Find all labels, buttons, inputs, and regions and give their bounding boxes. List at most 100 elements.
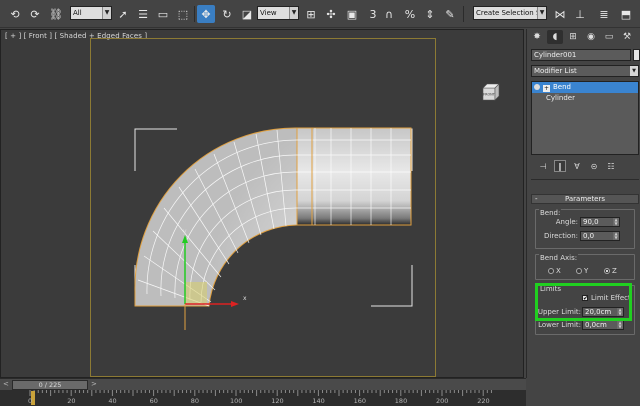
reference-coordinate-value: View	[260, 9, 277, 17]
time-slider-thumb[interactable]: 0 / 225	[12, 380, 88, 390]
align-icon[interactable]: ⊥	[571, 5, 589, 23]
expand-icon[interactable]: +	[543, 85, 550, 92]
front-viewport[interactable]: [ + ] [ Front ] [ Shaded + Edged Faces ]…	[0, 29, 524, 378]
mirror-icon[interactable]: ⋈	[551, 5, 569, 23]
undo-icon[interactable]: ⟲	[6, 5, 24, 23]
track-bar-tick-label: 140	[312, 397, 325, 405]
bend-group: Bend: Angle: 90,0 ▲ ▼ Direction: 0,0 ▲ ▼	[535, 209, 635, 249]
graphite-tools-icon[interactable]: ⬒	[617, 5, 635, 23]
parameters-rollout-header[interactable]: - Parameters	[531, 194, 639, 204]
bend-axis-group: Bend Axis: X Y Z	[535, 254, 635, 280]
modifier-stack: + Bend Cylinder	[531, 81, 639, 155]
make-unique-icon[interactable]: ∀	[571, 160, 583, 172]
remove-modifier-icon[interactable]: ⊝	[588, 160, 600, 172]
command-panel: ✸ ◖ ⊞ ◉ ▭ ⚒ Cylinder001 Modifier List ▼ …	[526, 29, 640, 378]
chevron-down-icon: ▼	[289, 7, 298, 19]
next-frame-icon[interactable]: >	[91, 380, 97, 388]
bend-group-title: Bend:	[539, 209, 562, 217]
select-by-name-icon[interactable]: ☰	[134, 5, 152, 23]
object-color-swatch[interactable]	[633, 49, 640, 61]
selection-filter-dropdown[interactable]: All ▼	[70, 6, 112, 20]
status-area	[526, 378, 640, 406]
spinner-arrows-icon[interactable]: ▲ ▼	[613, 218, 619, 226]
lower-limit-spinner[interactable]: 0,0cm ▲ ▼	[582, 320, 624, 330]
named-selection-set-value: Create Selection Se	[476, 9, 545, 17]
lower-limit-value: 0,0cm	[585, 321, 607, 329]
percent-snap-icon[interactable]: %	[401, 5, 419, 23]
display-tab-icon[interactable]: ▭	[601, 30, 617, 44]
track-bar-tick-label: 60	[149, 397, 158, 405]
stack-toolbar: ⊣ ❙ ∀ ⊝ ☷	[531, 160, 639, 174]
named-selection-set-dropdown[interactable]: Create Selection Se ▼	[473, 6, 547, 20]
keyboard-shortcut-icon[interactable]: ▣	[343, 5, 361, 23]
track-bar[interactable]: 0 20 40 60 80 100 120 140 160 180 200 220	[0, 390, 526, 406]
edit-named-selection-icon[interactable]: ✎	[441, 5, 459, 23]
time-slider[interactable]: < 0 / 225 >	[0, 378, 526, 390]
track-bar-tick-label: 220	[477, 397, 490, 405]
spinner-arrows-icon[interactable]: ▲ ▼	[613, 232, 619, 240]
snaps-toggle-icon[interactable]: 3	[367, 5, 379, 23]
select-link-icon[interactable]: ⛓	[47, 5, 65, 23]
rectangular-region-icon[interactable]: ▭	[154, 5, 172, 23]
track-bar-tick-label: 0	[28, 397, 33, 405]
spinner-snap-icon[interactable]: ⇕	[421, 5, 439, 23]
track-bar-tick-label: 200	[436, 397, 449, 405]
limits-highlight-box	[535, 283, 632, 321]
bent-cylinder-mesh[interactable]: x y	[1, 30, 525, 379]
direction-spinner[interactable]: 0,0 ▲ ▼	[580, 231, 620, 241]
modify-tab-icon[interactable]: ◖	[547, 30, 563, 44]
angle-snap-icon[interactable]: ∩	[380, 5, 398, 23]
chevron-down-icon: ▼	[537, 7, 546, 19]
light-bulb-icon[interactable]	[534, 84, 540, 90]
layer-manager-icon[interactable]: ≣	[595, 5, 613, 23]
axis-z-radio[interactable]: Z	[604, 267, 617, 275]
bend-axis-title: Bend Axis:	[539, 254, 579, 262]
window-crossing-icon[interactable]: ⬚	[174, 5, 192, 23]
modifier-list-dropdown[interactable]: Modifier List ▼	[531, 65, 639, 77]
spinner-arrows-icon[interactable]: ▲ ▼	[617, 321, 623, 329]
select-object-icon[interactable]: ➚	[114, 5, 132, 23]
frame-counter: 0 / 225	[38, 381, 62, 389]
axis-x-radio[interactable]: X	[548, 267, 561, 275]
configure-sets-icon[interactable]: ☷	[605, 160, 617, 172]
track-bar-tick-label: 120	[271, 397, 284, 405]
axis-x-label: X	[556, 267, 561, 275]
create-tab-icon[interactable]: ✸	[529, 30, 545, 44]
direction-label: Direction:	[544, 232, 578, 240]
lower-limit-label: Lower Limit:	[538, 321, 581, 329]
pivot-center-icon[interactable]: ⊞	[302, 5, 320, 23]
show-end-result-icon[interactable]: ❙	[554, 160, 566, 172]
reference-coordinate-dropdown[interactable]: View ▼	[257, 6, 299, 20]
pin-stack-icon[interactable]: ⊣	[537, 160, 549, 172]
chevron-down-icon: ▼	[102, 7, 111, 19]
hierarchy-tab-icon[interactable]: ⊞	[565, 30, 581, 44]
select-rotate-icon[interactable]: ↻	[218, 5, 236, 23]
chevron-down-icon: ▼	[630, 66, 638, 76]
previous-frame-icon[interactable]: <	[3, 380, 9, 388]
angle-spinner[interactable]: 90,0 ▲ ▼	[580, 217, 620, 227]
motion-tab-icon[interactable]: ◉	[583, 30, 599, 44]
rollout-title: Parameters	[564, 195, 606, 203]
utilities-tab-icon[interactable]: ⚒	[619, 30, 635, 44]
stack-item-cylinder[interactable]: Cylinder	[532, 93, 638, 104]
radio-icon	[576, 268, 582, 274]
track-bar-tick-label: 100	[230, 397, 243, 405]
stack-item-label: Bend	[553, 83, 571, 91]
main-toolbar: ⟲ ⟳ ⛓ All ▼ ➚ ☰ ▭ ⬚ ✥ ↻ ◪ View ▼ ⊞ ✣ ▣ 3…	[0, 0, 640, 28]
select-scale-icon[interactable]: ◪	[238, 5, 256, 23]
axis-y-radio[interactable]: Y	[576, 267, 588, 275]
track-bar-tick-label: 160	[353, 397, 367, 405]
track-bar-tick-label: 180	[394, 397, 408, 405]
angle-value: 90,0	[583, 218, 599, 226]
angle-label: Angle:	[555, 218, 578, 226]
redo-icon[interactable]: ⟳	[26, 5, 44, 23]
select-move-icon[interactable]: ✥	[197, 5, 215, 23]
axis-y-label: Y	[584, 267, 589, 275]
track-bar-tick-label: 20	[67, 397, 76, 405]
selection-filter-value: All	[73, 9, 82, 17]
select-manipulate-icon[interactable]: ✣	[322, 5, 340, 23]
radio-selected-icon	[604, 268, 610, 274]
object-name-field[interactable]: Cylinder001	[531, 49, 631, 61]
track-bar-tick-label: 40	[108, 397, 117, 405]
stack-item-bend[interactable]: + Bend	[532, 82, 638, 93]
